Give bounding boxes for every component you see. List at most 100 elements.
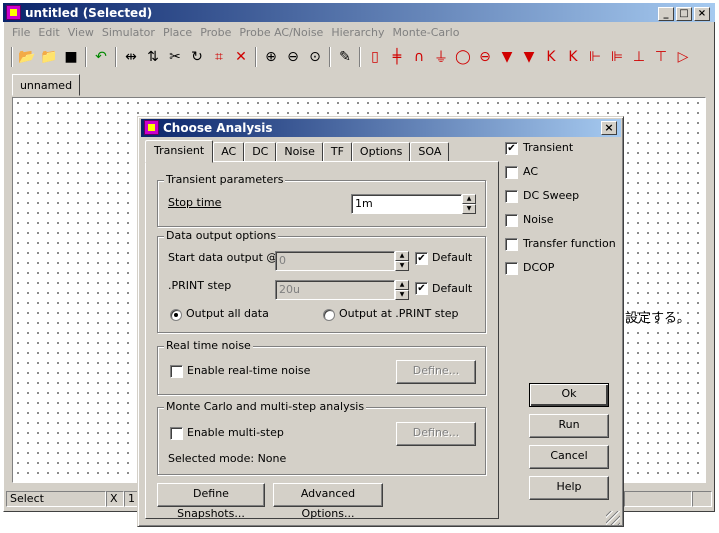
define-snapshots-button[interactable]: Define Snapshots... — [157, 483, 265, 520]
pmos-icon[interactable]: ⊫ — [606, 46, 628, 68]
zoom-in-icon[interactable]: ⊕ — [260, 46, 282, 68]
tab-ac[interactable]: AC — [213, 142, 245, 163]
menu-edit[interactable]: Edit — [34, 26, 63, 42]
dcop-checkbox[interactable] — [505, 262, 518, 275]
enable-multistep-label: Enable multi-step — [187, 426, 284, 439]
menu-view[interactable]: View — [64, 26, 98, 42]
real-time-noise-group: Real time noise Enable real-time noise D… — [157, 339, 486, 395]
voltage-source-icon[interactable]: ◯ — [452, 46, 474, 68]
stop-time-input[interactable]: 1m — [351, 194, 462, 214]
mirror-h-icon[interactable]: ⇹ — [120, 46, 142, 68]
menu-file[interactable]: File — [8, 26, 34, 42]
new-folder-icon[interactable]: 📁 — [38, 46, 60, 68]
menu-monte-carlo[interactable]: Monte-Carlo — [389, 26, 464, 42]
diode-icon[interactable]: ▼ — [496, 46, 518, 68]
transient-panel: Transient parameters Stop time 1m ▲ ▼ Dat… — [145, 161, 499, 520]
data-output-group: Data output options Start data output @ … — [157, 229, 486, 333]
print-default-label: Default — [432, 282, 473, 295]
rotate-icon[interactable]: ↻ — [186, 46, 208, 68]
tab-transient[interactable]: Transient — [145, 140, 214, 163]
start-output-input[interactable]: 0 — [275, 251, 395, 271]
app-icon — [6, 5, 21, 20]
multistep-define-button[interactable]: Define... — [396, 422, 476, 446]
analysis-tabs: Transient AC DC Noise TF Options SOA — [145, 140, 450, 163]
group-label: Monte Carlo and multi-step analysis — [164, 400, 367, 413]
tab-soa[interactable]: SOA — [410, 142, 450, 163]
zoom-fit-icon[interactable]: ⊙ — [304, 46, 326, 68]
ac-analysis-checkbox[interactable] — [505, 166, 518, 179]
enable-noise-checkbox[interactable] — [170, 365, 183, 378]
menu-probe-ac-noise[interactable]: Probe AC/Noise — [235, 26, 327, 42]
status-cell-end — [692, 491, 712, 507]
window-title: untitled (Selected) — [25, 5, 153, 20]
inductor-icon[interactable]: ∩ — [408, 46, 430, 68]
ac-analysis-label: AC — [523, 165, 539, 178]
minimize-button[interactable]: _ — [658, 7, 674, 21]
dc-sweep-label: DC Sweep — [523, 189, 580, 202]
transient-analysis-checkbox[interactable]: ✔ — [505, 142, 518, 155]
undo-icon[interactable]: ↶ — [90, 46, 112, 68]
dialog-close-button[interactable]: × — [601, 121, 617, 135]
dc-sweep-checkbox[interactable] — [505, 190, 518, 203]
maximize-button[interactable]: □ — [676, 7, 692, 21]
delete-wire-icon[interactable]: ⌗ — [208, 46, 230, 68]
current-source-icon[interactable]: ⊖ — [474, 46, 496, 68]
dialog-title: Choose Analysis — [163, 121, 273, 135]
menu-place[interactable]: Place — [159, 26, 196, 42]
start-default-label: Default — [432, 251, 473, 264]
mirror-v-icon[interactable]: ⇅ — [142, 46, 164, 68]
toolbar: 📂 📁 ■ ↶ ⇹ ⇅ ✂ ↻ ⌗ ✕ ⊕ ⊖ ⊙ ✎ ▯ ╪ ∩ ⏚ ◯ ⊖ … — [8, 45, 708, 69]
close-button[interactable]: × — [694, 7, 710, 21]
menu-simulator[interactable]: Simulator — [98, 26, 159, 42]
dcop-label: DCOP — [523, 261, 555, 274]
group-label: Data output options — [164, 229, 279, 242]
noise-analysis-checkbox[interactable] — [505, 214, 518, 227]
output-all-radio[interactable] — [170, 309, 182, 321]
start-output-spinner[interactable]: ▲ ▼ — [395, 251, 409, 271]
ok-button[interactable]: Ok — [529, 383, 609, 407]
delete-icon[interactable]: ✕ — [230, 46, 252, 68]
transfer-function-checkbox[interactable] — [505, 238, 518, 251]
opamp-icon[interactable]: ▷ — [672, 46, 694, 68]
enable-multistep-checkbox[interactable] — [170, 427, 183, 440]
zener-icon[interactable]: ▼ — [518, 46, 540, 68]
resize-grip[interactable] — [606, 511, 620, 525]
nmos-icon[interactable]: ⊩ — [584, 46, 606, 68]
tab-noise[interactable]: Noise — [276, 142, 323, 163]
transfer-function-label: Transfer function — [523, 237, 616, 250]
menu-hierarchy[interactable]: Hierarchy — [327, 26, 388, 42]
resistor-icon[interactable]: ▯ — [364, 46, 386, 68]
selected-mode-label: Selected mode: None — [168, 452, 287, 465]
print-step-input[interactable]: 20u — [275, 280, 395, 300]
print-default-checkbox[interactable]: ✔ — [415, 282, 428, 295]
save-icon[interactable]: ■ — [60, 46, 82, 68]
pnp-icon[interactable]: K — [562, 46, 584, 68]
capacitor-icon[interactable]: ╪ — [386, 46, 408, 68]
noise-define-button[interactable]: Define... — [396, 360, 476, 384]
pencil-icon[interactable]: ✎ — [334, 46, 356, 68]
run-button[interactable]: Run — [529, 414, 609, 438]
ground-icon[interactable]: ⏚ — [430, 46, 452, 68]
dialog-title-bar: Choose Analysis × — [141, 119, 621, 137]
document-tab[interactable]: unnamed — [12, 74, 80, 96]
npn-icon[interactable]: K — [540, 46, 562, 68]
start-default-checkbox[interactable]: ✔ — [415, 252, 428, 265]
main-title-bar: untitled (Selected) _ □ × — [3, 3, 715, 22]
tab-dc[interactable]: DC — [244, 142, 277, 163]
jfet-p-icon[interactable]: ⊤ — [650, 46, 672, 68]
print-step-label: .PRINT step — [168, 279, 232, 292]
tab-tf[interactable]: TF — [322, 142, 352, 163]
cancel-button[interactable]: Cancel — [529, 445, 609, 469]
help-button[interactable]: Help — [529, 476, 609, 500]
jfet-icon[interactable]: ⊥ — [628, 46, 650, 68]
zoom-out-icon[interactable]: ⊖ — [282, 46, 304, 68]
advanced-options-button[interactable]: Advanced Options... — [273, 483, 383, 520]
print-step-spinner[interactable]: ▲ ▼ — [395, 280, 409, 300]
output-print-radio[interactable] — [323, 309, 335, 321]
transient-params-group: Transient parameters Stop time 1m ▲ ▼ — [157, 173, 486, 227]
cut-icon[interactable]: ✂ — [164, 46, 186, 68]
menu-probe[interactable]: Probe — [196, 26, 235, 42]
tab-options[interactable]: Options — [351, 142, 411, 163]
stop-time-spinner[interactable]: ▲ ▼ — [462, 194, 476, 214]
open-folder-icon[interactable]: 📂 — [16, 46, 38, 68]
